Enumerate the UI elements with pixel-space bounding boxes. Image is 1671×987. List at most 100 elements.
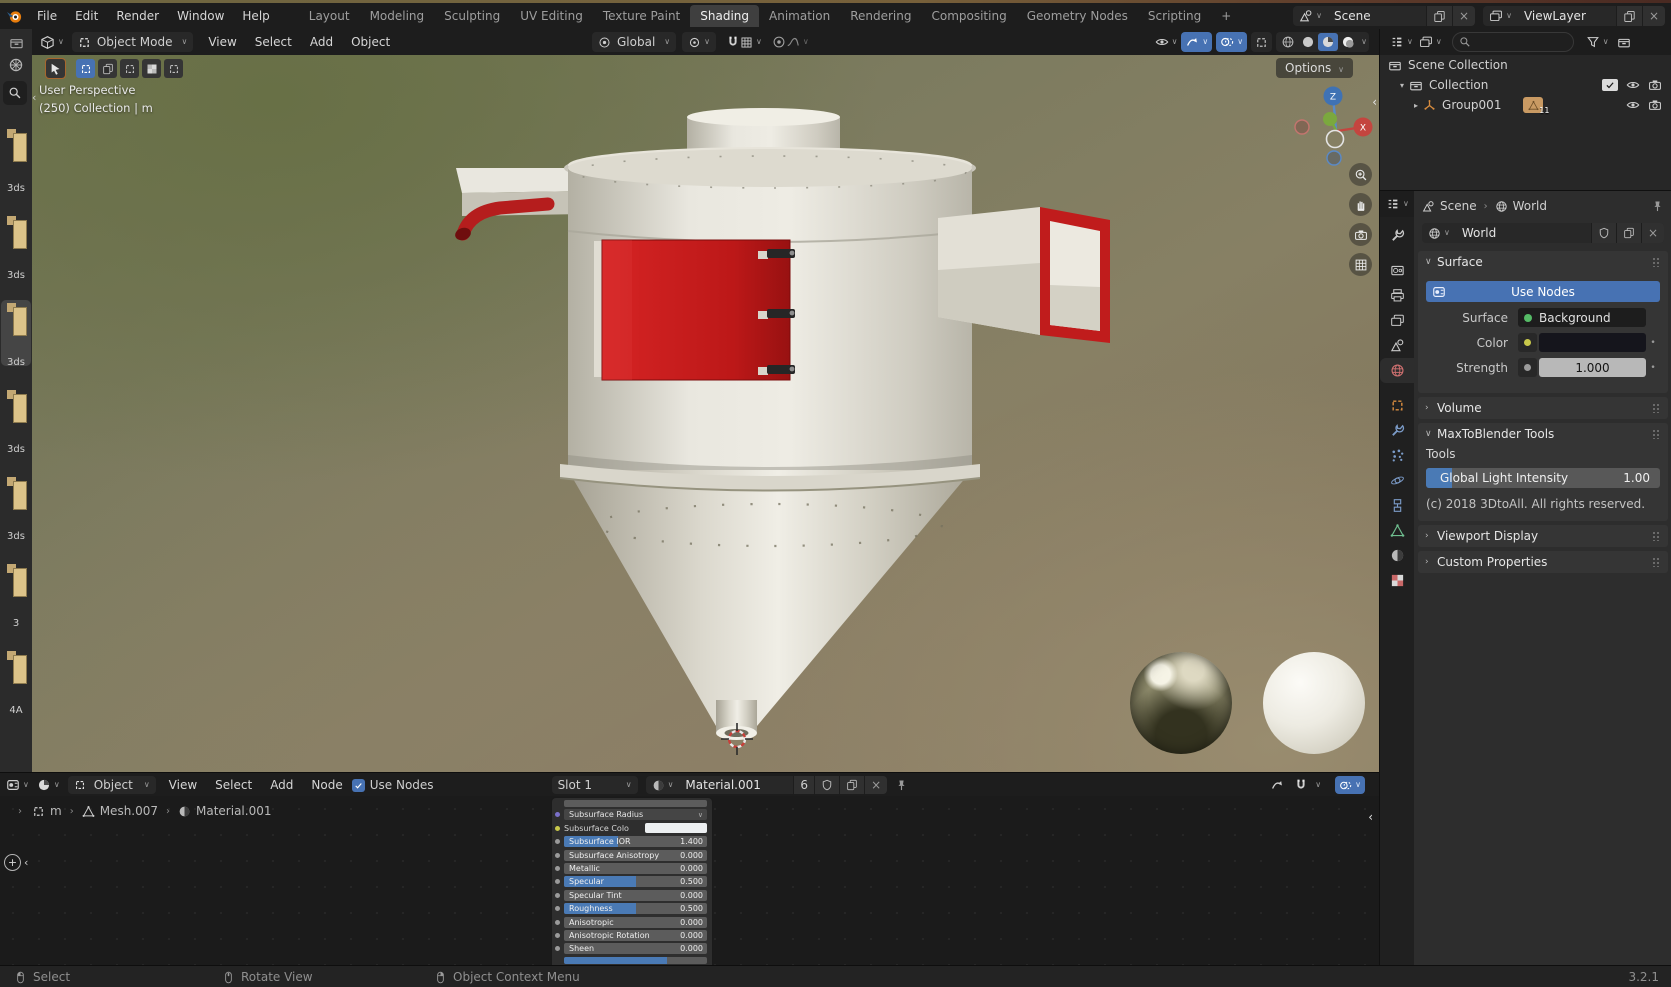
file-item[interactable]: 3ds: [0, 129, 32, 214]
breadcrumb-scene[interactable]: Scene: [1440, 199, 1477, 213]
node-input-subsurface-ior[interactable]: Subsurface IOR 1.400: [555, 836, 707, 848]
scene-icon[interactable]: ∨: [1293, 6, 1328, 26]
hide-eye-icon[interactable]: [1626, 98, 1640, 112]
file-item[interactable]: 3ds: [0, 216, 32, 301]
tab-texture[interactable]: [1380, 568, 1414, 593]
outliner-row-group001[interactable]: ▸ Group001 11: [1380, 95, 1671, 115]
breadcrumb-world[interactable]: World: [1513, 199, 1547, 213]
file-item[interactable]: 4A: [0, 651, 32, 736]
node-input-subsurface-anisotropy[interactable]: Subsurface Anisotropy 0.000: [555, 849, 707, 861]
node-input-anisotropic[interactable]: Anisotropic 0.000: [555, 916, 707, 928]
node-input-specular-tint[interactable]: Specular Tint 0.000: [555, 889, 707, 901]
add-workspace-button[interactable]: +: [1211, 5, 1241, 27]
tab-scripting[interactable]: Scripting: [1138, 5, 1211, 27]
node-insert-arrow-icon[interactable]: [1270, 778, 1284, 792]
tab-scene[interactable]: [1380, 333, 1414, 358]
panel-drag-handle[interactable]: [1652, 429, 1661, 439]
viewport-display-panel-header[interactable]: › Viewport Display: [1418, 525, 1668, 547]
outliner-search-input[interactable]: [1451, 32, 1574, 52]
material-pin-icon[interactable]: [895, 779, 908, 792]
maxtoblender-panel-header[interactable]: ∨ MaxToBlender Tools: [1418, 423, 1668, 445]
tab-layout[interactable]: Layout: [299, 5, 360, 27]
world-icon[interactable]: ∨: [1422, 223, 1456, 243]
viewlayer-icon[interactable]: ∨: [1483, 6, 1518, 26]
shader-ball-icon[interactable]: ∨: [37, 778, 60, 792]
viewport-menu-view[interactable]: View: [199, 35, 245, 49]
global-light-intensity-slider[interactable]: Global Light Intensity 1.00: [1426, 468, 1660, 488]
editor-type-outliner-icon[interactable]: ∨: [1390, 35, 1413, 49]
viewport-menu-select[interactable]: Select: [246, 35, 301, 49]
pin-icon[interactable]: [1651, 200, 1664, 213]
zoom-button[interactable]: [1349, 163, 1372, 186]
shading-rendered-button[interactable]: [1338, 35, 1358, 49]
tab-view-layer[interactable]: [1380, 308, 1414, 333]
use-nodes-checkbox-label[interactable]: Use Nodes: [370, 778, 434, 792]
outliner-row-collection[interactable]: ▾ Collection: [1380, 75, 1671, 95]
shader-menu-node[interactable]: Node: [302, 778, 351, 792]
pivot-point-selector[interactable]: ∨: [682, 32, 716, 52]
material-shield-button[interactable]: [814, 776, 840, 794]
strength-link-button[interactable]: [1518, 358, 1537, 377]
tab-material[interactable]: [1380, 543, 1414, 568]
custom-properties-panel-header[interactable]: › Custom Properties: [1418, 551, 1668, 573]
shader-menu-add[interactable]: Add: [261, 778, 302, 792]
material-users-count[interactable]: 6: [793, 776, 815, 794]
viewlayer-name-field[interactable]: ViewLayer: [1518, 6, 1616, 26]
node-snap-magnet-icon[interactable]: [1294, 778, 1308, 792]
render-visibility-camera-icon[interactable]: [1648, 78, 1662, 92]
shader-menu-view[interactable]: View: [160, 778, 206, 792]
node-input-partial-top[interactable]: [564, 800, 707, 807]
animate-decorator[interactable]: •: [1646, 338, 1660, 348]
new-collection-icon[interactable]: [1617, 35, 1631, 49]
tab-physics[interactable]: [1380, 468, 1414, 493]
color-swatch-field[interactable]: [1539, 333, 1646, 352]
node-input-roughness[interactable]: Roughness 0.500: [555, 903, 707, 915]
tab-object[interactable]: [1380, 393, 1414, 418]
panel-drag-handle[interactable]: [1652, 557, 1661, 567]
menu-render[interactable]: Render: [107, 9, 168, 23]
tab-world[interactable]: [1380, 358, 1414, 383]
menu-window[interactable]: Window: [168, 9, 233, 23]
shader-type-selector[interactable]: Object ∨: [67, 776, 156, 794]
folder-icon[interactable]: [0, 31, 32, 53]
tab-animation[interactable]: Animation: [759, 5, 840, 27]
file-item[interactable]: 3ds: [0, 477, 32, 562]
tab-output[interactable]: [1380, 283, 1414, 308]
pan-hand-button[interactable]: [1349, 193, 1372, 216]
editor-type-3d-viewport-icon[interactable]: ∨: [40, 35, 64, 50]
gizmos-toggle[interactable]: ∨: [1181, 32, 1213, 52]
use-nodes-checkbox[interactable]: [351, 778, 365, 792]
viewlayer-remove-button[interactable]: ×: [1641, 6, 1665, 26]
world-unlink-button[interactable]: ×: [1640, 223, 1664, 243]
material-copy-button[interactable]: [839, 776, 865, 794]
shading-solid-button[interactable]: [1298, 35, 1318, 49]
menu-edit[interactable]: Edit: [66, 9, 107, 23]
tab-geometry-nodes[interactable]: Geometry Nodes: [1017, 5, 1138, 27]
editor-type-properties-icon[interactable]: ∨: [1386, 197, 1409, 211]
node-input-partial-bottom[interactable]: [564, 956, 707, 964]
surface-shader-field[interactable]: Background: [1518, 308, 1646, 327]
proportional-editing-toggle[interactable]: [772, 35, 786, 49]
outliner-row-scene-collection[interactable]: Scene Collection: [1380, 55, 1671, 75]
viewlayer-copy-button[interactable]: [1615, 6, 1642, 26]
scene-unlink-button[interactable]: ×: [1452, 6, 1476, 26]
surface-panel-header[interactable]: ∨ Surface: [1418, 251, 1668, 273]
shader-sidebar-chevron[interactable]: ‹: [1368, 810, 1373, 824]
tab-sculpting[interactable]: Sculpting: [434, 5, 510, 27]
menu-file[interactable]: File: [28, 9, 66, 23]
tab-render[interactable]: [1380, 258, 1414, 283]
scene-name-field[interactable]: Scene: [1328, 6, 1426, 26]
fake-user-shield-button[interactable]: [1590, 223, 1616, 243]
collection-checkbox[interactable]: [1602, 79, 1618, 91]
principled-bsdf-node[interactable]: Subsurface Radius ∨ Subsurface Colo Subsu…: [552, 798, 712, 967]
orthographic-toggle-button[interactable]: [1349, 253, 1372, 276]
viewport-menu-add[interactable]: Add: [301, 35, 342, 49]
expand-arrow-icon[interactable]: ▾: [1400, 81, 1404, 90]
strip-search-button[interactable]: [3, 81, 27, 105]
node-input-subsurface-color[interactable]: Subsurface Colo: [555, 823, 707, 834]
compass-icon[interactable]: [0, 53, 32, 77]
tab-constraints[interactable]: [1380, 493, 1414, 518]
volume-panel-header[interactable]: › Volume: [1418, 397, 1668, 419]
color-link-button[interactable]: [1518, 333, 1537, 352]
tab-rendering[interactable]: Rendering: [840, 5, 921, 27]
